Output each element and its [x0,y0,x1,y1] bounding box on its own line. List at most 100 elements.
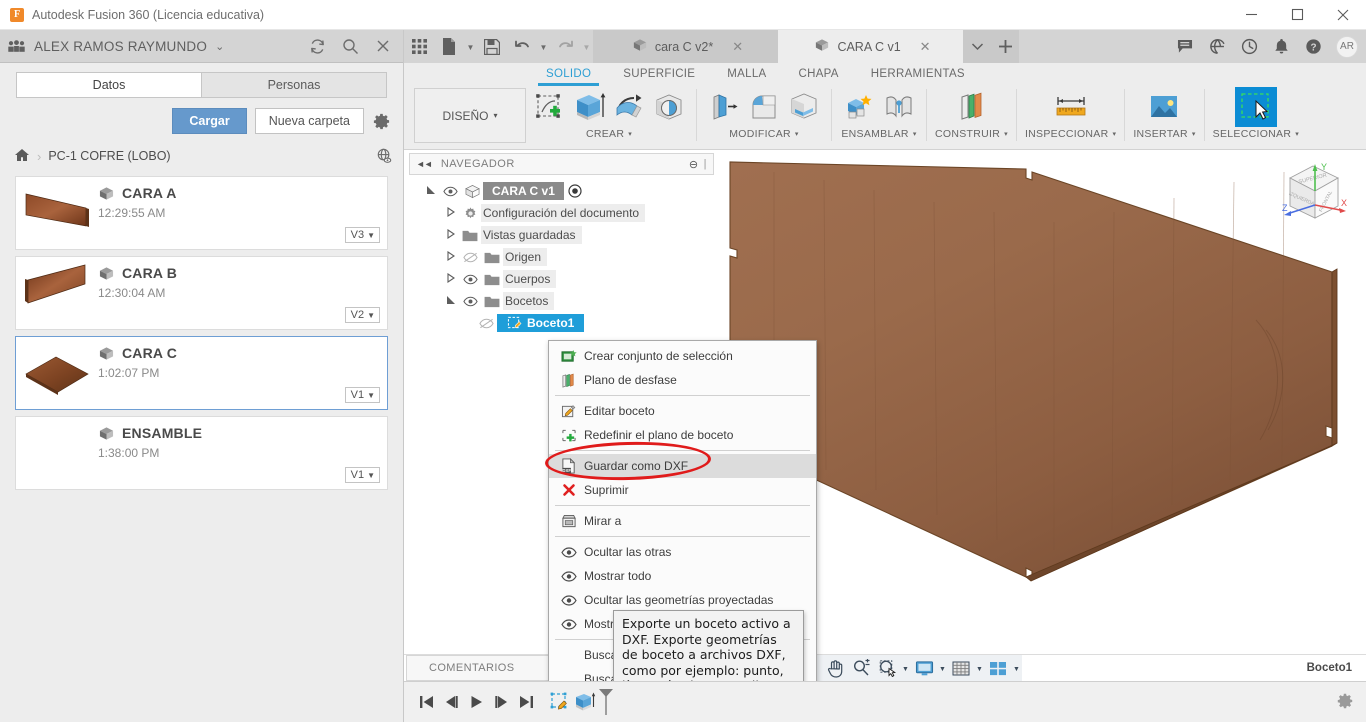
new-file-chevron-icon[interactable]: ▼ [464,30,477,63]
ribbon-group-label-ensamblar[interactable]: ENSAMBLAR ▾ [841,128,916,140]
new-component-icon[interactable] [840,87,878,127]
tree-item-origen[interactable]: Origen [409,246,714,268]
display-settings-chevron-icon[interactable]: ▼ [937,655,948,681]
viewcube[interactable]: SUPERIOR IZQUIERDA FRONTAL Y X Z [1268,156,1354,242]
sweep-icon[interactable] [650,87,688,127]
grid-apps-icon[interactable] [404,30,434,63]
grid-snaps-chevron-icon[interactable]: ▼ [974,655,985,681]
version-badge[interactable]: V1 ▼ [344,387,380,403]
close-icon[interactable]: ✕ [732,39,743,55]
shell-icon[interactable] [785,87,823,127]
menu-item-crear-conjunto[interactable]: Crear conjunto de selección [549,344,816,368]
redo-chevron-icon[interactable]: ▼ [580,30,593,63]
globe-visibility-icon[interactable] [376,148,393,164]
home-icon[interactable] [14,148,30,165]
tab-superficie[interactable]: SUPERFICIE [607,63,711,85]
workspace-selector[interactable]: DISEÑO ▾ [414,88,526,143]
help-globe-icon[interactable] [1202,30,1232,63]
notifications-bell-icon[interactable] [1266,30,1296,63]
list-item[interactable]: ENSAMBLE 1:38:00 PM V1 ▼ [15,416,388,490]
list-item-selected[interactable]: CARA C 1:02:07 PM V1 ▼ [15,336,388,410]
minus-circle-icon[interactable]: ⊖ [689,158,699,171]
tab-solido[interactable]: SOLIDO [530,63,607,86]
document-tab-inactive[interactable]: cara C v2* ✕ [593,30,778,63]
tab-chapa[interactable]: CHAPA [783,63,855,85]
tab-personas[interactable]: Personas [201,72,387,98]
tab-malla[interactable]: MALLA [711,63,782,85]
tree-item-vistas[interactable]: Vistas guardadas [409,224,714,246]
display-settings-icon[interactable] [911,655,937,681]
timeline-marker-icon[interactable] [597,688,615,716]
press-pull-icon[interactable] [705,87,743,127]
version-badge[interactable]: V3 ▼ [344,227,380,243]
expand-arrow-icon[interactable] [443,295,459,308]
ribbon-group-label-seleccionar[interactable]: SELECCIONAR ▾ [1213,128,1299,140]
menu-item-mirar-a[interactable]: Mirar a [549,509,816,533]
visibility-eye-off-icon[interactable] [459,252,481,263]
step-forward-icon[interactable] [489,682,514,722]
list-item[interactable]: CARA B 12:30:04 AM V2 ▼ [15,256,388,330]
chevron-down-icon[interactable] [963,30,991,63]
help-question-icon[interactable]: ? [1298,30,1328,63]
viewports-chevron-icon[interactable]: ▼ [1011,655,1022,681]
refresh-icon[interactable] [309,38,326,55]
zoom-icon[interactable] [848,655,874,681]
pan-icon[interactable] [822,655,848,681]
visibility-eye-icon[interactable] [459,274,481,285]
avatar[interactable]: AR [1336,35,1358,58]
new-folder-button[interactable]: Nueva carpeta [254,108,364,134]
collapse-arrow-icon[interactable] [443,228,459,242]
new-sketch-icon[interactable] [530,87,568,127]
menu-item-ocultar-las-otras[interactable]: Ocultar las otras [549,540,816,564]
close-panel-icon[interactable] [375,38,391,55]
chevron-down-icon[interactable]: ⌄ [215,40,224,53]
zoom-window-chevron-icon[interactable]: ▼ [900,655,911,681]
save-icon[interactable] [477,30,507,63]
undo-icon[interactable] [507,30,537,63]
tree-item-boceto1[interactable]: Boceto1 [409,312,714,334]
go-to-end-icon[interactable] [514,682,539,722]
plus-icon[interactable] [991,30,1019,63]
tree-item-cara-c[interactable]: CARA C v1 [409,180,714,202]
collapse-arrow-icon[interactable] [443,272,459,286]
tab-herramientas[interactable]: HERRAMIENTAS [855,63,981,85]
search-icon[interactable] [342,38,359,55]
viewports-icon[interactable] [985,655,1011,681]
upload-button[interactable]: Cargar [172,108,247,134]
visibility-eye-icon[interactable] [439,186,461,197]
undo-chevron-icon[interactable]: ▼ [537,30,550,63]
selection-window-icon[interactable] [1234,87,1277,127]
extrude-icon[interactable] [570,87,608,127]
menu-item-plano-desfase[interactable]: Plano de desfase [549,368,816,392]
offset-plane-icon[interactable] [952,87,990,127]
measure-ruler-icon[interactable] [1049,87,1093,127]
ribbon-group-label-modificar[interactable]: MODIFICAR ▾ [729,128,798,140]
step-back-icon[interactable] [439,682,464,722]
ribbon-group-label-insertar[interactable]: INSERTAR ▾ [1133,128,1195,140]
visibility-eye-icon[interactable] [459,296,481,307]
resize-grip-icon[interactable]: | [704,158,707,170]
list-item[interactable]: CARA A 12:29:55 AM V3 ▼ [15,176,388,250]
joint-icon[interactable] [880,87,918,127]
document-tab-active[interactable]: CARA C v1 ✕ [778,30,963,63]
ribbon-group-label-crear[interactable]: CREAR ▾ [586,128,632,140]
gear-icon[interactable] [372,112,391,131]
fillet-icon[interactable] [745,87,783,127]
ribbon-group-label-construir[interactable]: CONSTRUIR ▾ [935,128,1008,140]
menu-item-mostrar-todo[interactable]: Mostrar todo [549,564,816,588]
tree-item-configuracion[interactable]: Configuración del documento [409,202,714,224]
zoom-window-icon[interactable] [874,655,900,681]
version-badge[interactable]: V2 ▼ [344,307,380,323]
collapse-arrow-icon[interactable] [443,250,459,264]
version-badge[interactable]: V1 ▼ [344,467,380,483]
collapse-arrow-icon[interactable] [443,206,459,220]
revolve-icon[interactable] [610,87,648,127]
activate-radio-icon[interactable] [568,184,582,198]
viewport[interactable]: ◄◄ NAVEGADOR ⊖ | CARA C v1 Configuración… [404,150,1366,681]
tab-datos[interactable]: Datos [16,72,201,98]
close-icon[interactable]: ✕ [920,39,931,55]
menu-item-guardar-como-dxf[interactable]: DXF Guardar como DXF [549,454,816,478]
collapse-left-icon[interactable]: ◄◄ [416,159,433,169]
sketch-feature-icon[interactable] [549,691,571,713]
menu-item-editar-boceto[interactable]: Editar boceto [549,399,816,423]
